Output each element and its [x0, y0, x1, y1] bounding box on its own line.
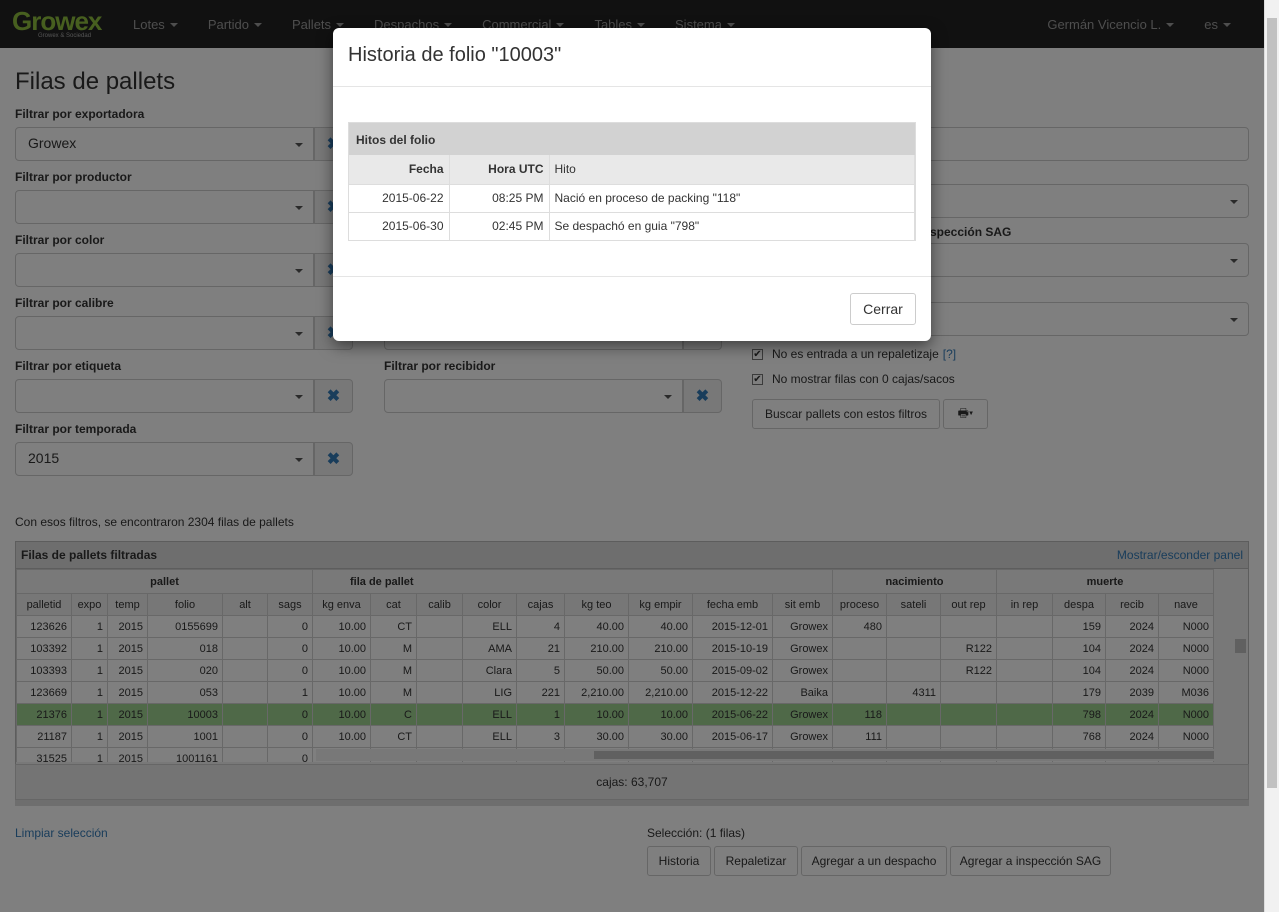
hito-text: Se despachó en guia "798" [549, 211, 915, 240]
modal-footer: Cerrar [333, 276, 931, 341]
hitos-title: Hitos del folio [349, 123, 915, 155]
col-hora: Hora UTC [449, 155, 550, 184]
hito-fecha: 2015-06-22 [349, 183, 450, 212]
hito-text: Nació en proceso de packing "118" [549, 183, 915, 212]
col-fecha: Fecha [349, 155, 450, 184]
col-hito: Hito [549, 155, 915, 184]
hitos-table: Hitos del folio Fecha Hora UTC Hito 2015… [348, 122, 916, 241]
hito-fecha: 2015-06-30 [349, 211, 450, 240]
hito-hora: 08:25 PM [449, 183, 550, 212]
folio-history-modal: Historia de folio "10003" Hitos del foli… [333, 28, 931, 341]
close-modal-button[interactable]: Cerrar [850, 293, 916, 325]
hito-row: 2015-06-22 08:25 PM Nació en proceso de pa… [349, 183, 915, 212]
page-scrollbar[interactable] [1264, 0, 1279, 912]
hito-hora: 02:45 PM [449, 211, 550, 240]
hito-row: 2015-06-30 02:45 PM Se despachó en guia "7… [349, 211, 915, 240]
modal-title: Historia de folio "10003" [333, 28, 931, 87]
